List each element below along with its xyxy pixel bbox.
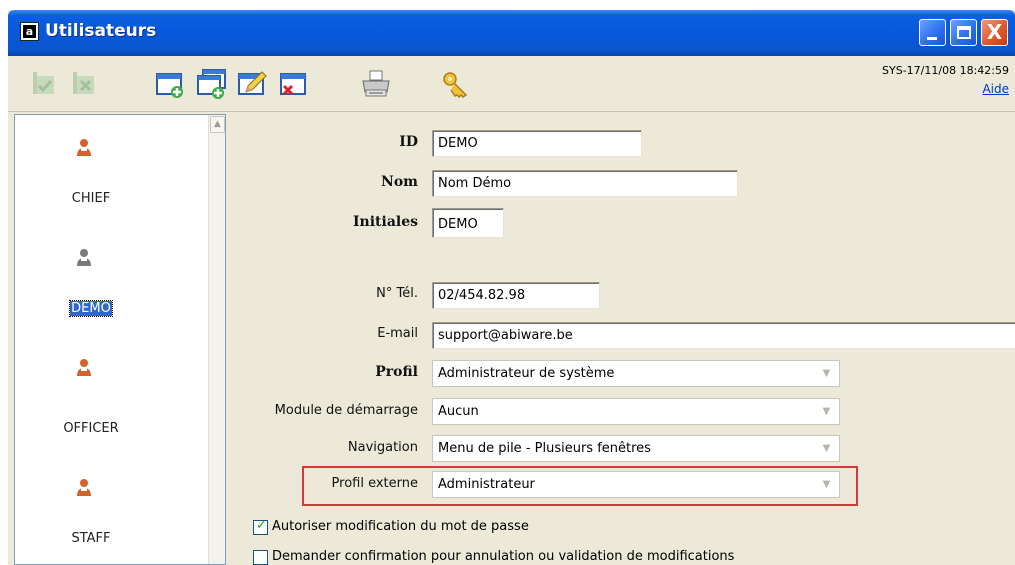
user-label-selected: DEMO <box>69 300 113 317</box>
user-list[interactable]: ▲ CHIEF DEMO OFFICER STAFF <box>14 114 226 565</box>
user-icon <box>77 249 91 266</box>
external-profile-select[interactable]: Administrateur ▼ <box>432 471 840 498</box>
phone-field[interactable]: 02/454.82.98 <box>432 282 600 309</box>
delete-icon[interactable] <box>278 68 310 100</box>
user-label: OFFICER <box>63 421 119 436</box>
list-item-chief[interactable]: CHIEF <box>15 115 167 215</box>
copy-record-icon[interactable] <box>196 68 228 100</box>
navigation-value: Menu de pile - Plusieurs fenêtres <box>438 441 651 456</box>
minimize-button[interactable] <box>919 19 946 46</box>
chevron-down-icon[interactable]: ▼ <box>818 365 835 382</box>
allow-password-change-label[interactable]: Autoriser modification du mot de passe <box>272 519 529 534</box>
start-module-select[interactable]: Aucun ▼ <box>432 398 840 425</box>
close-icon: X <box>986 20 1003 44</box>
edit-icon[interactable] <box>236 68 268 100</box>
name-label: Nom <box>381 174 418 190</box>
chevron-down-icon[interactable]: ▼ <box>818 440 835 457</box>
navigation-label: Navigation <box>347 440 418 455</box>
profile-select[interactable]: Administrateur de système ▼ <box>432 360 840 387</box>
chevron-down-icon[interactable]: ▼ <box>818 476 835 493</box>
scroll-up-icon[interactable]: ▲ <box>210 116 225 133</box>
new-record-icon[interactable] <box>154 68 186 100</box>
toolbar: SYS-17/11/08 18:42:59 Aide <box>8 56 1015 112</box>
id-field[interactable]: DEMO <box>432 130 642 157</box>
title-bar[interactable]: a Utilisateurs X <box>8 10 1015 56</box>
phone-label: N° Tél. <box>376 286 418 301</box>
list-item-officer[interactable]: OFFICER <box>15 335 167 436</box>
navigation-select[interactable]: Menu de pile - Plusieurs fenêtres ▼ <box>432 435 840 462</box>
initials-field[interactable]: DEMO <box>432 208 504 238</box>
maximize-icon <box>957 26 971 39</box>
system-timestamp: SYS-17/11/08 18:42:59 <box>882 64 1009 77</box>
maximize-button[interactable] <box>950 19 977 46</box>
profile-label: Profil <box>375 364 418 380</box>
user-icon <box>77 479 91 496</box>
name-field[interactable]: Nom Démo <box>432 170 738 197</box>
save-icon[interactable] <box>30 68 62 100</box>
profile-value: Administrateur de système <box>438 366 615 381</box>
confirm-changes-label[interactable]: Demander confirmation pour annulation ou… <box>272 549 734 564</box>
start-module-label: Module de démarrage <box>274 403 418 418</box>
list-item-demo[interactable]: DEMO <box>15 225 167 325</box>
list-scrollbar[interactable]: ▲ <box>208 115 225 564</box>
confirm-changes-checkbox[interactable] <box>253 550 268 565</box>
users-window: a Utilisateurs X SYS-17/11/08 18:42:59 A… <box>8 10 1015 565</box>
user-label: STAFF <box>71 531 111 546</box>
save-close-icon[interactable] <box>70 68 102 100</box>
email-field[interactable]: support@abiware.be <box>432 322 1015 349</box>
user-form: ID DEMO Nom Nom Démo Initiales DEMO N° T… <box>230 114 1015 565</box>
minimize-icon <box>927 37 937 40</box>
start-module-value: Aucun <box>438 404 479 419</box>
checkmark-icon: ✓ <box>256 518 267 533</box>
user-icon <box>77 139 91 156</box>
email-label: E-mail <box>377 326 418 341</box>
external-profile-label: Profil externe <box>331 476 418 491</box>
allow-password-change-checkbox[interactable]: ✓ <box>253 518 268 535</box>
app-icon: a <box>20 22 39 41</box>
external-profile-value: Administrateur <box>438 477 535 492</box>
id-label: ID <box>399 134 418 150</box>
print-icon[interactable] <box>360 68 392 100</box>
help-link[interactable]: Aide <box>982 82 1009 96</box>
list-item-staff[interactable]: STAFF <box>15 455 167 555</box>
initials-label: Initiales <box>352 214 418 230</box>
window-title: Utilisateurs <box>45 21 157 41</box>
close-button[interactable]: X <box>981 19 1008 46</box>
user-label: CHIEF <box>71 191 111 206</box>
chevron-down-icon[interactable]: ▼ <box>818 403 835 420</box>
user-icon <box>77 359 91 376</box>
key-icon[interactable] <box>440 68 472 100</box>
